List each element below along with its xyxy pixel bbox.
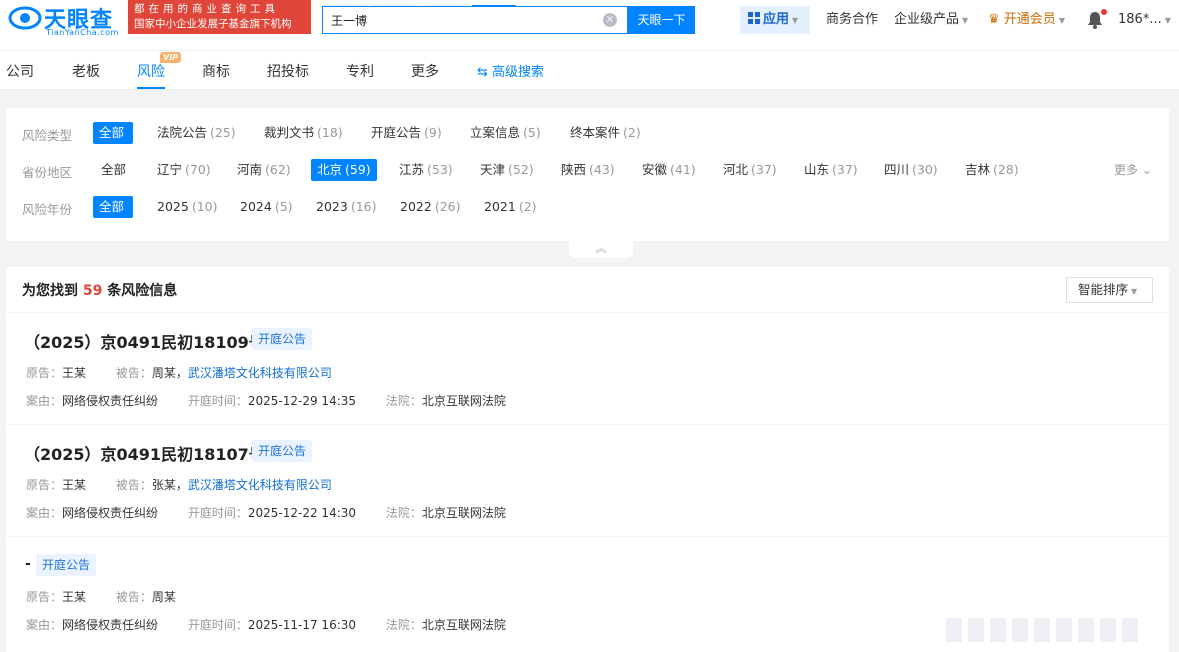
business-cooperation-link[interactable]: 商务合作 (826, 6, 878, 34)
defendant-company-link[interactable]: 武汉潘塔文化科技有限公司 (188, 478, 332, 492)
case-details: 案由：网络侵权责任纠纷 开庭时间：2025-11-17 16:30 法院：北京互… (26, 618, 506, 632)
chevron-down-icon: ▼ (962, 16, 969, 25)
top-header: 天眼查 TianYanCha.com 都在用的商业查询工具 国家中小企业发展子基… (0, 0, 1179, 50)
tab-trademark[interactable]: 商标 (202, 61, 230, 89)
clear-icon[interactable]: × (603, 13, 617, 27)
chevron-down-icon: ⌄ (1141, 163, 1152, 177)
case-parties: 原告：王某 被告：周某，武汉潘塔文化科技有限公司 (26, 366, 332, 380)
results-count: 59 (82, 283, 103, 299)
case-details: 案由：网络侵权责任纠纷 开庭时间：2025-12-29 14:35 法院：北京互… (26, 394, 506, 408)
crown-icon: ♛ (988, 12, 1004, 27)
chevron-up-icon: ︽ (595, 242, 607, 255)
apps-button[interactable]: 应用 ▼ (740, 6, 810, 34)
filter-option[interactable]: 2023 (16) (310, 196, 382, 218)
filter-option[interactable]: 开庭公告 (9) (365, 122, 448, 144)
vip-membership-link[interactable]: ♛ 开通会员 ▼ (988, 6, 1065, 34)
logo[interactable]: 天眼查 TianYanCha.com (8, 2, 123, 38)
filter-option-selected[interactable]: 全部 (93, 196, 134, 218)
filter-option[interactable]: 河北 (37) (717, 159, 783, 181)
collapse-filters-button[interactable]: ︽ (569, 241, 633, 258)
defendant-company-link[interactable]: 武汉潘塔文化科技有限公司 (188, 366, 332, 380)
filter-option[interactable]: 法院公告 (25) (151, 122, 242, 144)
filter-option[interactable]: 四川 (30) (878, 159, 944, 181)
filter-option[interactable]: 终本案件 (2) (564, 122, 647, 144)
filter-option[interactable]: 安徽 (41) (636, 159, 702, 181)
filter-row-region: 省份地区 全部 辽宁 (70) 河南 (62) 北京 (59) 江苏 (53) 天津 (5… (6, 159, 1169, 181)
filter-option[interactable]: 辽宁 (70) (151, 159, 217, 181)
filter-label: 风险类型 (22, 128, 73, 143)
case-details: 案由：网络侵权责任纠纷 开庭时间：2025-12-22 14:30 法院：北京互… (26, 506, 506, 520)
filter-row-risk-type: 风险类型 全部 法院公告 (25) 裁判文书 (18) 开庭公告 (9) 立案信息 (5… (6, 122, 1169, 144)
filter-label: 省份地区 (22, 165, 73, 180)
filter-option[interactable]: 裁判文书 (18) (258, 122, 349, 144)
filter-option[interactable]: 吉林 (28) (959, 159, 1025, 181)
apps-grid-icon (748, 12, 760, 24)
advanced-search-link[interactable]: ⇆ 高级搜索 (477, 61, 544, 80)
tab-boss[interactable]: 老板 (72, 61, 100, 89)
filter-label: 风险年份 (22, 202, 73, 217)
search-button[interactable]: 天眼一下 (628, 6, 695, 34)
case-title[interactable]: （2025）京0491民初18109号 (24, 329, 265, 353)
risk-card[interactable]: （2025）京0491民初18107号 开庭公告 原告：王某 被告：张某，武汉潘… (6, 424, 1169, 536)
tab-more[interactable]: 更多 (411, 61, 439, 89)
case-type-badge: 开庭公告 (252, 328, 313, 350)
risk-card[interactable]: （2025）京0491民初18109号 开庭公告 原告：王某 被告：周某，武汉潘… (6, 312, 1169, 424)
notification-dot (1101, 9, 1107, 15)
filter-option[interactable]: 陕西 (43) (555, 159, 621, 181)
search-input[interactable] (323, 7, 593, 33)
filter-option[interactable]: 2025 (10) (151, 196, 223, 218)
results-panel: 为您找到 59 条风险信息 智能排序 ▼ （2025）京0491民初18109号 … (6, 267, 1169, 652)
chevron-down-icon: ▼ (1058, 16, 1065, 25)
case-title[interactable]: - (25, 556, 31, 572)
case-title[interactable]: （2025）京0491民初18107号 (24, 441, 265, 465)
chevron-down-icon: ▼ (1164, 16, 1171, 25)
results-summary: 为您找到 59 条风险信息 (22, 283, 178, 299)
filter-option[interactable]: 山东 (37) (798, 159, 864, 181)
chevron-down-icon: ▼ (1131, 287, 1138, 296)
tab-patent[interactable]: 专利 (346, 61, 374, 89)
filter-row-year: 风险年份 全部 2025 (10) 2024 (5) 2023 (16) 2022 (2… (6, 196, 1169, 218)
filter-option[interactable]: 2021 (2) (478, 196, 543, 218)
filter-option[interactable]: 立案信息 (5) (464, 122, 547, 144)
filter-option[interactable]: 江苏 (53) (393, 159, 459, 181)
user-menu[interactable]: 186*... ▼ (1118, 6, 1171, 34)
tab-company[interactable]: 公司 (6, 61, 34, 89)
logo-eye-icon (8, 6, 42, 30)
tab-risk[interactable]: 风险 (137, 61, 165, 89)
case-parties: 原告：王某 被告：周某 (26, 590, 176, 604)
more-regions-button[interactable]: 更多 ⌄ (1114, 159, 1152, 181)
case-type-badge: 开庭公告 (252, 440, 313, 462)
filter-option-selected[interactable]: 全部 (93, 122, 134, 144)
filter-panel: 风险类型 全部 法院公告 (25) 裁判文书 (18) 开庭公告 (9) 立案信息 (5… (6, 108, 1169, 241)
promo-line-1: 都在用的商业查询工具 (134, 3, 279, 15)
apps-label: 应用 (763, 12, 790, 27)
filter-option[interactable]: 2024 (5) (234, 196, 299, 218)
promo-banner[interactable]: 都在用的商业查询工具 国家中小企业发展子基金旗下机构 (128, 0, 311, 34)
watermark (946, 618, 1168, 642)
filter-option[interactable]: 全部 (95, 159, 135, 181)
logo-subtitle: TianYanCha.com (46, 28, 119, 37)
filter-option[interactable]: 天津 (52) (474, 159, 540, 181)
enterprise-products-link[interactable]: 企业级产品 ▼ (894, 6, 968, 34)
filter-option[interactable]: 河南 (62) (231, 159, 297, 181)
chevron-down-icon: ▼ (792, 16, 799, 25)
tab-bidding[interactable]: 招投标 (267, 61, 309, 89)
main-nav: 公司 老板 风险 VIP 商标 招投标 专利 更多 ⇆ 高级搜索 (0, 50, 1179, 90)
search-box: × (322, 6, 628, 34)
promo-line-2: 国家中小企业发展子基金旗下机构 (134, 18, 292, 30)
filter-option-selected[interactable]: 北京 (59) (311, 159, 377, 181)
case-parties: 原告：王某 被告：张某，武汉潘塔文化科技有限公司 (26, 478, 332, 492)
case-type-badge: 开庭公告 (36, 554, 97, 576)
sort-dropdown[interactable]: 智能排序 ▼ (1066, 277, 1153, 303)
filter-search-icon: ⇆ (477, 65, 493, 80)
filter-option[interactable]: 2022 (26) (394, 196, 466, 218)
vip-badge: VIP (160, 52, 182, 63)
